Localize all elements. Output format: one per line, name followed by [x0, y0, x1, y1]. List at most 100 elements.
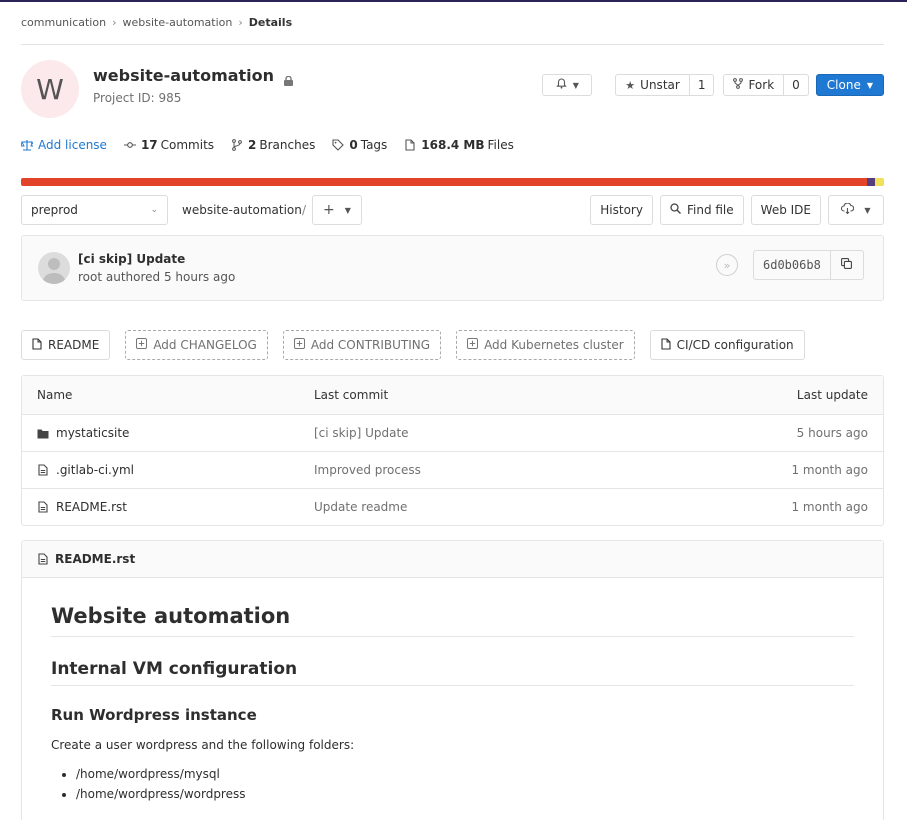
readme-button[interactable]: README [21, 330, 111, 360]
language-segment[interactable] [21, 178, 867, 186]
chevron-down-icon: ▼ [344, 205, 351, 215]
commits-label: Commits [160, 138, 215, 152]
add-to-tree-dropdown[interactable]: + ▼ [312, 195, 362, 225]
add-kubernetes-label: Add Kubernetes cluster [484, 338, 624, 352]
project-name: website-automation [93, 66, 275, 85]
chevron-right-icon: › [112, 15, 117, 29]
breadcrumb-divider [21, 44, 884, 45]
commits-count: 17 [140, 138, 158, 152]
commits-link[interactable]: 17 Commits [123, 138, 215, 152]
fork-label: Fork [748, 78, 775, 92]
plus-square-icon [136, 338, 148, 352]
lock-icon [284, 71, 294, 86]
breadcrumb-group[interactable]: communication [21, 16, 106, 29]
readme-panel: README.rst Website automation Internal V… [21, 540, 884, 820]
readme-paragraph: Create a user wordpress and the followin… [51, 738, 355, 752]
project-actions: ▼ ★ Unstar 1 Fork 0 Clone ▼ [542, 74, 884, 96]
file-name: README.rst [56, 500, 128, 514]
commit-sha-group: 6d0b06b8 [753, 250, 864, 280]
file-last-commit[interactable]: Update readme [314, 500, 407, 514]
language-segment[interactable] [875, 178, 884, 186]
breadcrumb-project[interactable]: website-automation [122, 16, 232, 29]
file-last-update: 1 month ago [791, 500, 868, 514]
chevron-down-icon: ⌄ [150, 205, 158, 215]
branch-name: preprod [31, 203, 78, 217]
cicd-configuration-button[interactable]: CI/CD configuration [649, 330, 805, 360]
chevron-right-icon: › [238, 15, 243, 29]
commit-author: root authored 5 hours ago [78, 270, 236, 284]
file-icon [37, 501, 49, 513]
files-size: 168.4 MB [421, 138, 485, 152]
user-avatar [38, 252, 70, 284]
pipeline-skipped-icon[interactable]: » [716, 254, 738, 276]
web-ide-button[interactable]: Web IDE [750, 195, 821, 225]
add-changelog-button[interactable]: Add CHANGELOG [125, 330, 268, 360]
branches-label: Branches [259, 138, 316, 152]
readme-heading-1: Website automation [51, 604, 854, 637]
unstar-button[interactable]: ★ Unstar [615, 74, 690, 96]
tag-icon [332, 139, 345, 151]
search-icon [670, 203, 681, 217]
language-segment[interactable] [866, 178, 876, 186]
project-stats: Add license 17 Commits 2 Branches 0 Tags [21, 138, 531, 152]
tree-toolbar: preprod ⌄ website-automation / + ▼ Histo… [21, 195, 884, 225]
readme-filename[interactable]: README.rst [55, 552, 135, 566]
cloud-download-icon [841, 202, 855, 217]
file-last-commit[interactable]: Improved process [314, 463, 421, 477]
tree-actions: History Find file Web IDE ▼ [590, 195, 884, 225]
repository-languages-bar[interactable] [21, 178, 884, 186]
breadcrumb-current[interactable]: Details [249, 16, 292, 29]
star-count[interactable]: 1 [689, 74, 715, 96]
table-row[interactable]: mystaticsite [ci skip] Update 5 hours ag… [22, 414, 883, 451]
files-label: Files [487, 138, 514, 152]
chevron-down-icon: ▼ [864, 205, 871, 215]
file-last-commit[interactable]: [ci skip] Update [314, 426, 409, 440]
commit-message[interactable]: [ci skip] Update [78, 252, 185, 266]
plus-icon: + [323, 202, 335, 218]
file-name-cell[interactable]: mystaticsite [37, 426, 129, 440]
clone-label: Clone [826, 78, 861, 92]
chevron-down-icon: ▼ [572, 80, 579, 90]
license-label: Add license [38, 138, 107, 152]
copy-sha-button[interactable] [830, 250, 864, 280]
bell-icon [556, 78, 567, 92]
fork-button[interactable]: Fork [723, 74, 785, 96]
table-row[interactable]: .gitlab-ci.yml Improved process 1 month … [22, 451, 883, 488]
add-contributing-button[interactable]: Add CONTRIBUTING [282, 330, 442, 360]
readme-heading-2: Internal VM configuration [51, 659, 854, 686]
copy-icon [841, 258, 853, 272]
plus-square-icon [467, 338, 479, 352]
header-last-commit: Last commit [314, 388, 389, 402]
branch-selector[interactable]: preprod ⌄ [21, 195, 168, 225]
unstar-label: Unstar [640, 78, 680, 92]
files-link[interactable]: 168.4 MB Files [404, 138, 514, 152]
file-name-cell[interactable]: README.rst [37, 500, 127, 514]
tags-count: 0 [349, 138, 358, 152]
tags-link[interactable]: 0 Tags [332, 138, 387, 152]
branches-link[interactable]: 2 Branches [231, 138, 315, 152]
path-separator: / [302, 203, 307, 217]
add-kubernetes-button[interactable]: Add Kubernetes cluster [456, 330, 635, 360]
history-button[interactable]: History [590, 195, 653, 225]
add-license-link[interactable]: Add license [21, 138, 107, 152]
commit-sha[interactable]: 6d0b06b8 [753, 250, 831, 280]
readme-header: README.rst [22, 541, 883, 578]
download-dropdown[interactable]: ▼ [828, 195, 884, 225]
path-root-link[interactable]: website-automation [182, 203, 302, 217]
last-commit-box: [ci skip] Update root authored 5 hours a… [21, 235, 884, 301]
find-file-button[interactable]: Find file [659, 195, 744, 225]
file-icon [32, 337, 42, 353]
file-name-cell[interactable]: .gitlab-ci.yml [37, 463, 134, 477]
star-icon: ★ [625, 78, 636, 92]
table-header: Name Last commit Last update [22, 376, 883, 414]
readme-content: Website automation Internal VM configura… [22, 604, 883, 801]
list-item: /home/wordpress/wordpress [76, 787, 854, 801]
top-accent-line [0, 0, 907, 2]
fork-count[interactable]: 0 [784, 74, 809, 96]
clone-button[interactable]: Clone ▼ [815, 74, 884, 96]
project-title-row: website-automation [93, 66, 294, 86]
notification-dropdown[interactable]: ▼ [542, 74, 593, 96]
fork-icon [733, 78, 744, 92]
table-row[interactable]: README.rst Update readme 1 month ago [22, 488, 883, 525]
branches-count: 2 [248, 138, 257, 152]
